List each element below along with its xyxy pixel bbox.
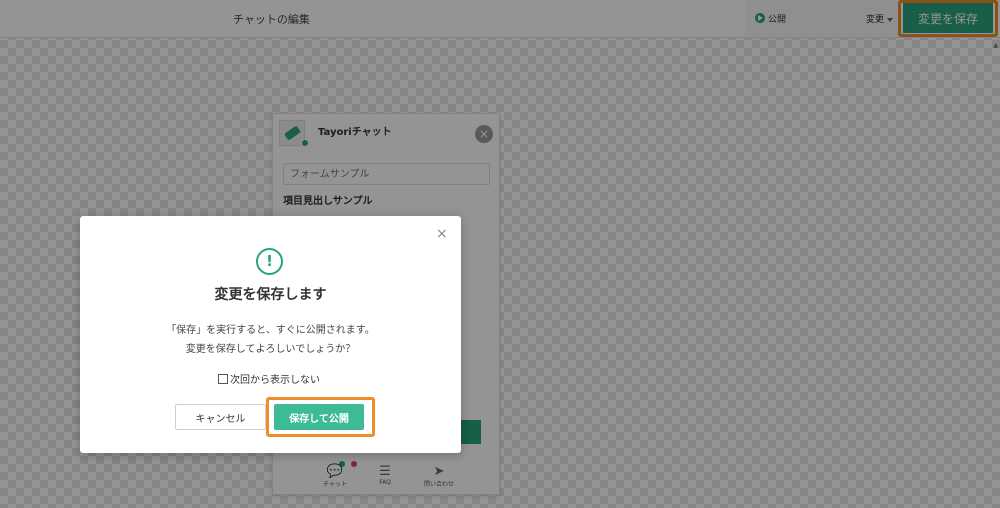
dont-show-again-label: 次回から表示しない: [230, 375, 320, 386]
save-confirm-dialog: × ! 変更を保存します 「保存」を実行すると、すぐに公開されます。 変更を保存…: [80, 216, 461, 453]
cancel-button[interactable]: キャンセル: [175, 404, 266, 430]
close-icon[interactable]: ×: [436, 226, 448, 242]
dialog-message-line1: 「保存」を実行すると、すぐに公開されます。: [166, 325, 375, 336]
dialog-message-line2: 変更を保存してよろしいでしょうか？: [185, 344, 356, 355]
alert-icon: !: [256, 248, 283, 275]
dialog-title: 変更を保存します: [214, 287, 327, 303]
dont-show-again-checkbox[interactable]: [218, 373, 228, 384]
save-and-publish-button[interactable]: 保存して公開: [274, 404, 364, 430]
dont-show-again-option[interactable]: 次回から表示しない: [218, 371, 320, 386]
